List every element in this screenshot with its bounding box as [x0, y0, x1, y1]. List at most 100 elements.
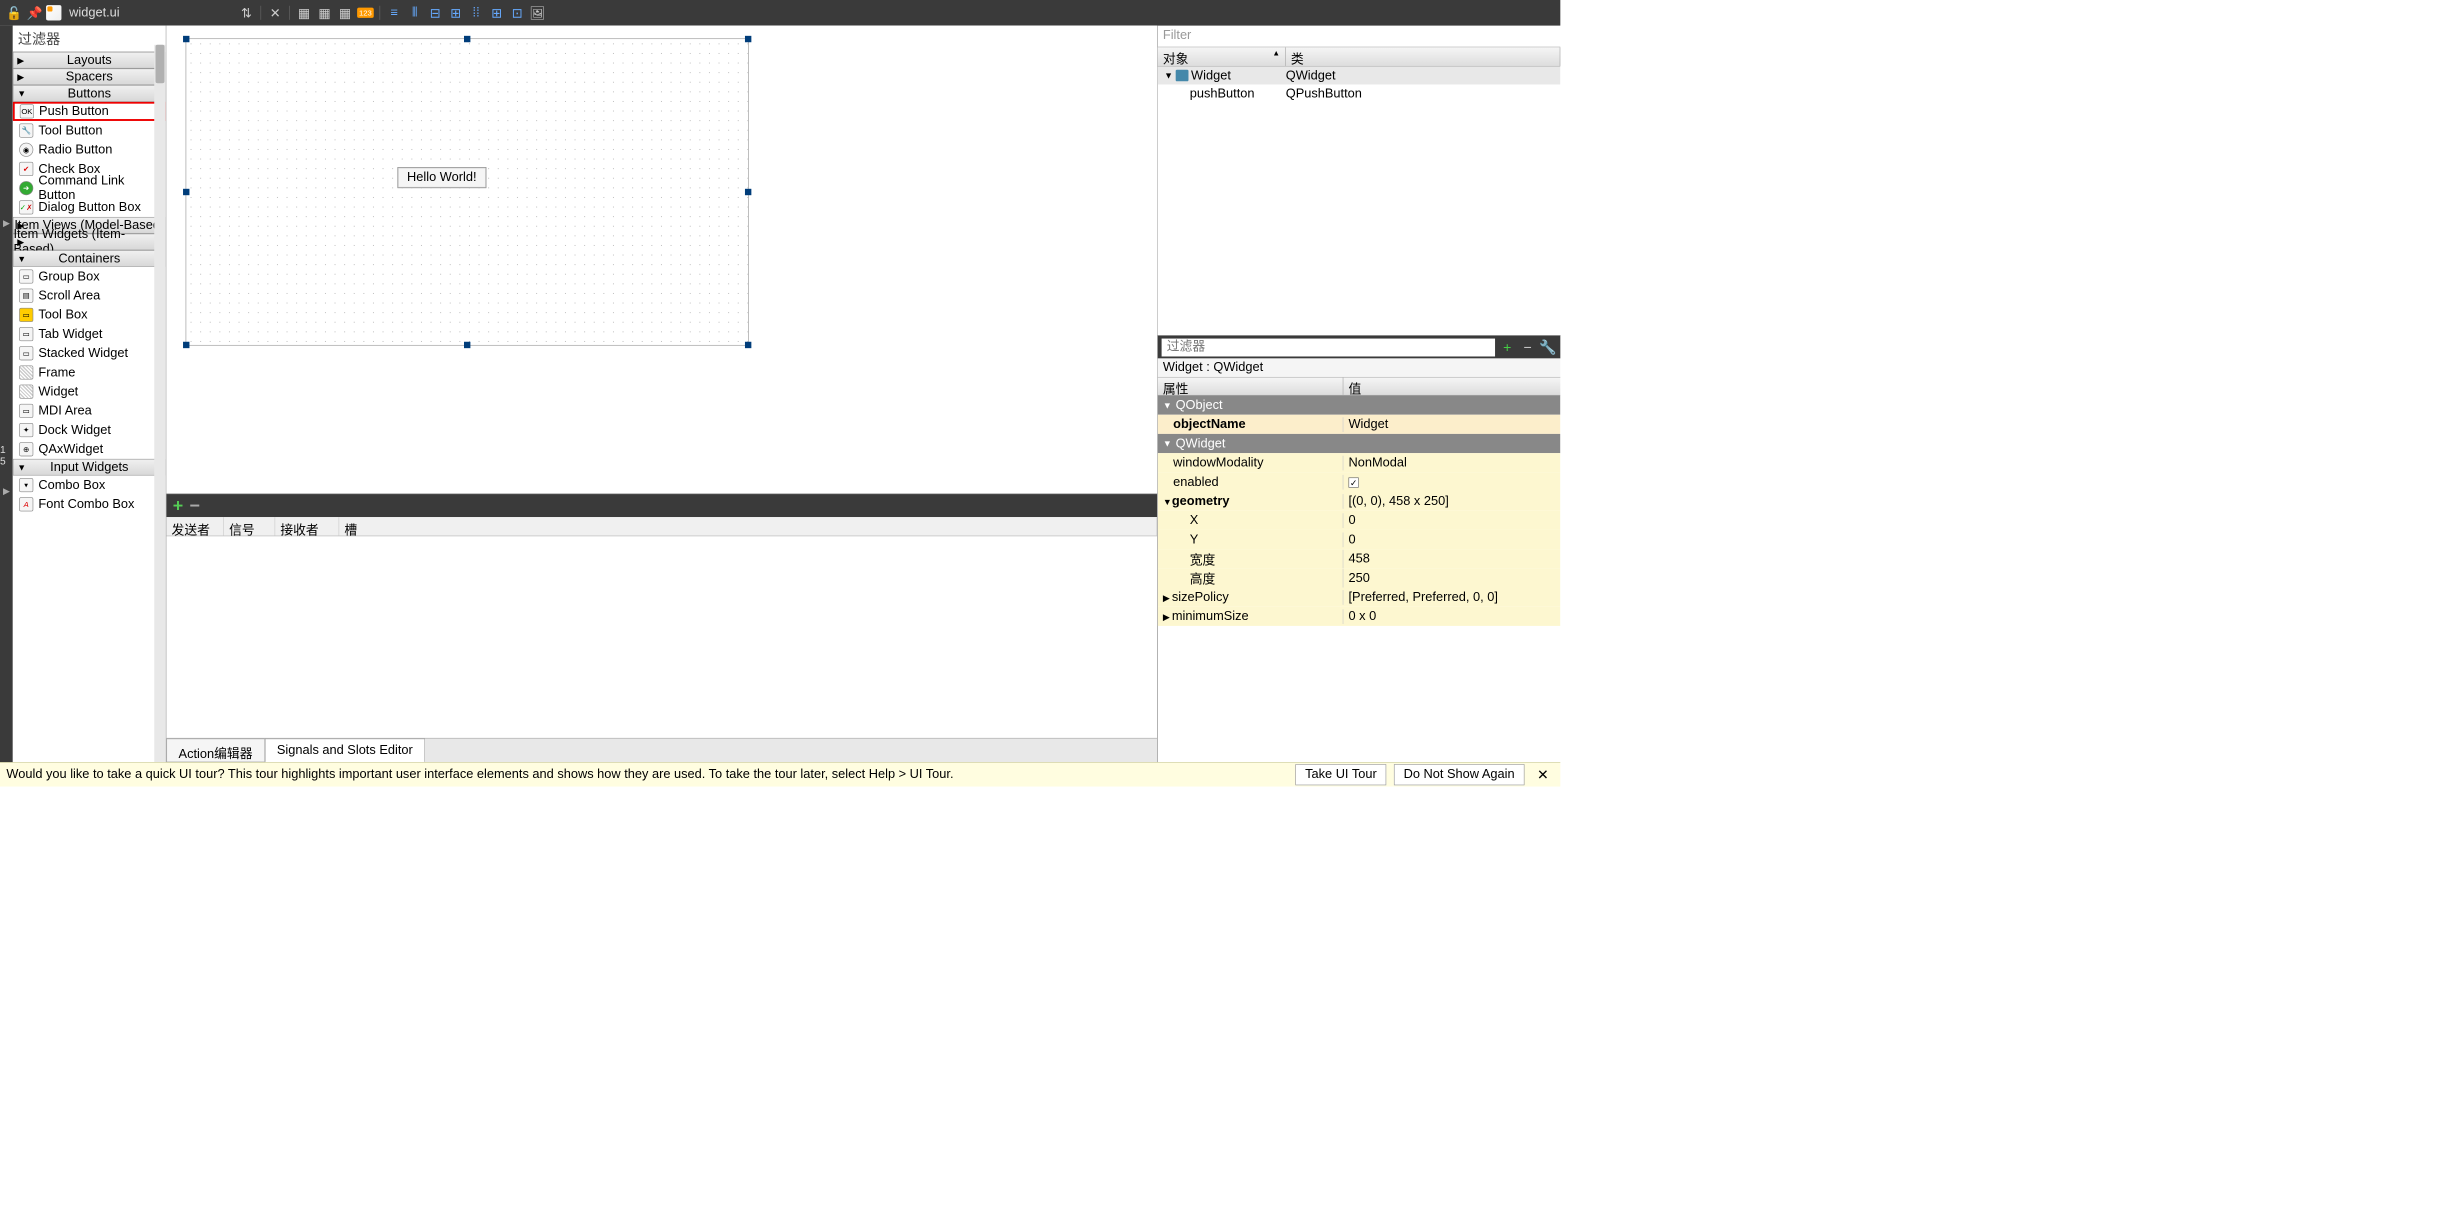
col-value[interactable]: 值 [1343, 378, 1366, 395]
resize-handle[interactable] [183, 36, 189, 42]
remove-icon[interactable]: − [190, 495, 200, 515]
chevron-right-icon[interactable]: ▶ [1163, 592, 1172, 603]
dock-icon: ✦ [19, 423, 33, 437]
resize-handle[interactable] [745, 342, 751, 348]
tab-signals-slots[interactable]: Signals and Slots Editor [265, 739, 425, 763]
resize-handle[interactable] [464, 36, 470, 42]
layout-form-icon[interactable]: ⁞⁞ [467, 4, 485, 22]
prop-geometry[interactable]: ▼geometry[(0, 0), 458 x 250] [1158, 492, 1561, 511]
widget-frame[interactable]: Frame [13, 363, 166, 382]
widget-font-combo-box[interactable]: AFont Combo Box [13, 495, 166, 514]
resize-handle[interactable] [464, 342, 470, 348]
prop-height[interactable]: 高度250 [1158, 568, 1561, 587]
resize-handle[interactable] [183, 342, 189, 348]
group-layouts[interactable]: ▶Layouts [13, 52, 166, 69]
prop-width[interactable]: 宽度458 [1158, 549, 1561, 568]
widget-mdi-area[interactable]: ▭MDI Area [13, 401, 166, 420]
edit-buddies-icon[interactable]: ▦ [336, 4, 354, 22]
col-receiver[interactable]: 接收者 [275, 517, 339, 536]
widget-dialog-button-box[interactable]: ✓✗Dialog Button Box [13, 198, 166, 217]
signals-header: 发送者 ▼ 信号 接收者 槽 [166, 517, 1157, 536]
col-object[interactable]: 对象▲ [1158, 47, 1286, 66]
col-signal[interactable]: 信号 [224, 517, 275, 536]
file-tab-title[interactable]: widget.ui [64, 3, 235, 23]
property-body[interactable]: ▼QObject objectNameWidget ▼QWidget windo… [1158, 396, 1561, 763]
lock-icon[interactable]: 🔓 [5, 4, 23, 22]
group-input-widgets[interactable]: ▼Input Widgets [13, 459, 166, 476]
group-item-widgets[interactable]: ▶Item Widgets (Item-Based) [13, 234, 166, 251]
remove-property-icon[interactable]: − [1519, 339, 1536, 356]
close-icon[interactable]: ✕ [1532, 766, 1554, 783]
take-tour-button[interactable]: Take UI Tour [1296, 764, 1387, 785]
pin-icon[interactable]: 📌 [26, 4, 44, 22]
widget-dock-widget[interactable]: ✦Dock Widget [13, 420, 166, 439]
chevron-right-icon[interactable]: ▶ [1163, 612, 1172, 623]
prop-sizepolicy[interactable]: ▶sizePolicy[Preferred, Preferred, 0, 0] [1158, 588, 1561, 607]
widget-tab-widget[interactable]: ▭Tab Widget [13, 324, 166, 343]
widget-radio-button[interactable]: ◉Radio Button [13, 140, 166, 159]
form-canvas[interactable]: Hello World! [166, 26, 1157, 494]
col-property[interactable]: 属性 [1158, 378, 1344, 395]
add-icon[interactable]: + [173, 495, 183, 515]
object-row-widget[interactable]: ▼Widget QWidget [1158, 67, 1561, 85]
tab-action-editor[interactable]: Action编辑器 [166, 739, 264, 763]
wrench-icon[interactable]: 🔧 [1540, 339, 1557, 356]
close-tab-icon[interactable]: ✕ [266, 4, 284, 22]
widgetbox-scrollbar[interactable] [154, 45, 166, 762]
group-containers[interactable]: ▼Containers [13, 250, 166, 267]
prop-minimumsize[interactable]: ▶minimumSize0 x 0 [1158, 607, 1561, 626]
widget-box-panel: 过滤器 ▶Layouts ▶Spacers ▼Buttons OKPush Bu… [13, 26, 167, 763]
break-layout-icon[interactable]: ⊡ [508, 4, 526, 22]
add-property-icon[interactable]: + [1499, 339, 1516, 356]
object-tree[interactable]: ▼Widget QWidget pushButton QPushButton [1158, 67, 1561, 336]
section-qwidget[interactable]: ▼QWidget [1158, 434, 1561, 453]
layout-grid-icon[interactable]: ⊞ [488, 4, 506, 22]
col-slot[interactable]: 槽 [339, 517, 1157, 536]
chevron-right-icon-2[interactable]: ▶ [3, 486, 10, 497]
widget-stacked-widget[interactable]: ▭Stacked Widget [13, 344, 166, 363]
widget-widget[interactable]: Widget [13, 382, 166, 401]
resize-handle[interactable] [183, 189, 189, 195]
prop-objectname[interactable]: objectNameWidget [1158, 415, 1561, 434]
edit-tab-order-icon[interactable]: 123 [356, 4, 374, 22]
edit-signals-icon[interactable]: ▦ [315, 4, 333, 22]
widget-qax-widget[interactable]: ⊕QAxWidget [13, 440, 166, 459]
prop-enabled[interactable]: enabled✓ [1158, 472, 1561, 491]
widget-group-box[interactable]: ▭Group Box [13, 267, 166, 286]
prop-y[interactable]: Y0 [1158, 530, 1561, 549]
group-spacers[interactable]: ▶Spacers [13, 68, 166, 85]
widget-push-button[interactable]: OKPush Button [13, 102, 166, 121]
widget-tool-button[interactable]: 🔧Tool Button [13, 121, 166, 140]
chevron-down-icon[interactable]: ▼ [1163, 496, 1172, 506]
edit-widgets-icon[interactable]: ▦ [295, 4, 313, 22]
widget-combo-box[interactable]: ▾Combo Box [13, 476, 166, 495]
do-not-show-button[interactable]: Do Not Show Again [1394, 764, 1524, 785]
prop-x[interactable]: X0 [1158, 511, 1561, 530]
dropdown-icon[interactable]: ⇅ [237, 4, 255, 22]
form-root-widget[interactable]: Hello World! [186, 38, 749, 345]
property-filter-input[interactable] [1162, 338, 1495, 356]
widget-tool-box[interactable]: ▭Tool Box [13, 305, 166, 324]
chevron-down-icon[interactable]: ▼ [1164, 70, 1173, 80]
widgetbox-filter[interactable]: 过滤器 [13, 26, 166, 52]
adjust-size-icon[interactable]: 🖼 [529, 4, 547, 22]
signals-body[interactable] [166, 536, 1157, 738]
layout-h-icon[interactable]: ≡ [385, 4, 403, 22]
object-row-pushbutton[interactable]: pushButton QPushButton [1158, 84, 1561, 102]
section-qobject[interactable]: ▼QObject [1158, 396, 1561, 415]
layout-vsplit-icon[interactable]: ⊞ [447, 4, 465, 22]
prop-windowmodality[interactable]: windowModalityNonModal [1158, 453, 1561, 472]
col-class[interactable]: 类 [1286, 47, 1561, 66]
layout-v-icon[interactable]: ⦀ [406, 4, 424, 22]
widget-scroll-area[interactable]: ▤Scroll Area [13, 286, 166, 305]
layout-hsplit-icon[interactable]: ⊟ [426, 4, 444, 22]
widget-command-link[interactable]: ➜Command Link Button [13, 179, 166, 198]
col-sender[interactable]: 发送者 ▼ [166, 517, 224, 536]
chevron-right-icon[interactable]: ▶ [3, 218, 10, 229]
resize-handle[interactable] [745, 189, 751, 195]
resize-handle[interactable] [745, 36, 751, 42]
hello-world-button[interactable]: Hello World! [397, 167, 486, 188]
object-filter[interactable]: Filter [1158, 26, 1561, 48]
group-buttons[interactable]: ▼Buttons [13, 85, 166, 102]
checkbox-icon[interactable]: ✓ [1348, 477, 1358, 487]
